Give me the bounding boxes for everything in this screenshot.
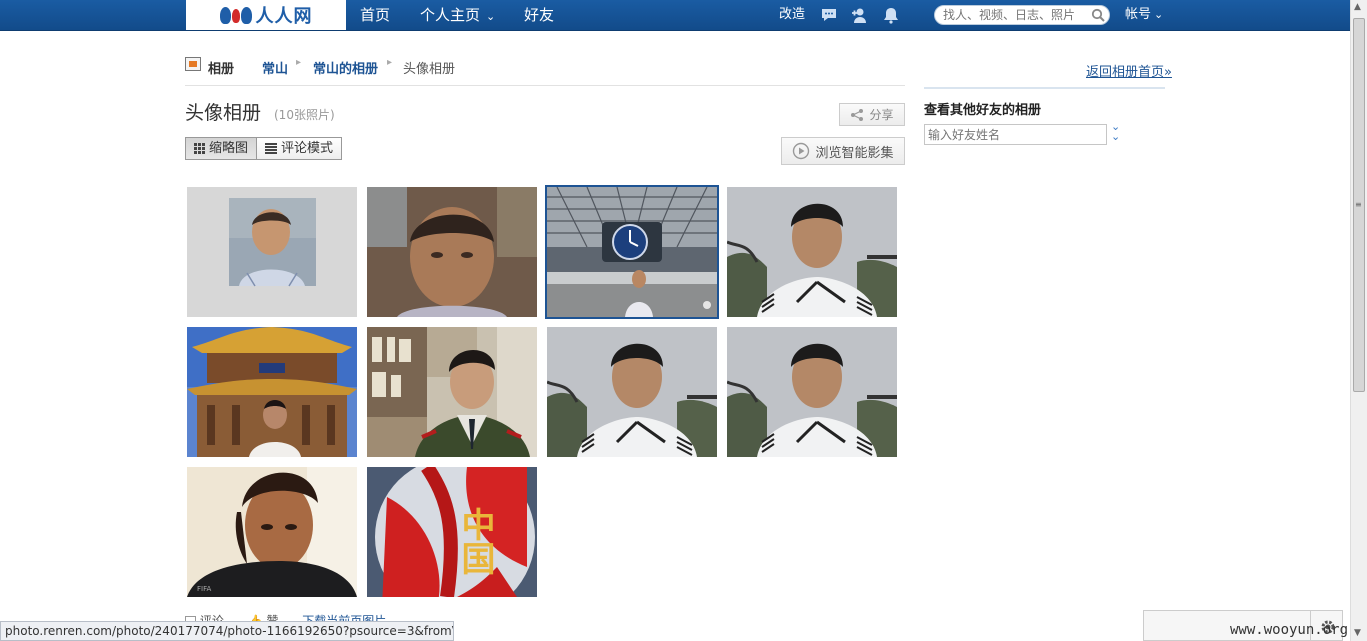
breadcrumb-root: 相册 bbox=[208, 62, 235, 77]
breadcrumb-albums-link[interactable]: 常山的相册 bbox=[313, 58, 378, 77]
breadcrumb-arrow-icon: ▸ bbox=[387, 57, 393, 68]
sidebar-divider bbox=[924, 87, 1165, 89]
message-icon[interactable] bbox=[820, 6, 838, 24]
top-navigation-bar: 人人网 首页 个人主页⌄ 好友 改造 帐号⌄ bbox=[0, 0, 1350, 31]
photo-thumb-5[interactable] bbox=[187, 327, 357, 457]
photo-thumb-6[interactable] bbox=[367, 327, 537, 457]
photo-7-image bbox=[547, 327, 717, 457]
nav-upgrade-link[interactable]: 改造 bbox=[779, 0, 805, 30]
global-search-input[interactable] bbox=[943, 6, 1091, 24]
breadcrumb-owner-link[interactable]: 常山 bbox=[262, 58, 288, 77]
svg-text:FIFA: FIFA bbox=[197, 585, 211, 593]
nav-profile[interactable]: 个人主页 ⌄ bbox=[420, 0, 495, 30]
notification-bell-icon[interactable] bbox=[882, 6, 900, 24]
scroll-down-icon[interactable]: ▼ bbox=[1354, 628, 1361, 638]
play-circle-icon bbox=[793, 142, 810, 160]
view-comments-label: 评论模式 bbox=[281, 141, 334, 156]
scroll-grip-icon: ≡ bbox=[1355, 200, 1362, 209]
photo-thumb-1[interactable] bbox=[187, 187, 357, 317]
photo-thumb-7[interactable] bbox=[547, 327, 717, 457]
share-icon bbox=[851, 108, 864, 121]
scroll-up-icon[interactable]: ▲ bbox=[1354, 2, 1361, 12]
breadcrumb: 相册 常山 ▸ 常山的相册 ▸ 头像相册 bbox=[185, 56, 905, 86]
watermark-text: www.wooyun.org bbox=[1230, 622, 1349, 638]
photo-thumb-4[interactable] bbox=[727, 187, 897, 317]
view-mode-toggle: 缩略图 评论模式 bbox=[185, 137, 343, 160]
photo-9-image: FIFA bbox=[187, 467, 357, 597]
slideshow-button[interactable]: 浏览智能影集 bbox=[781, 137, 905, 165]
album-icon bbox=[185, 57, 201, 71]
photo-2-image bbox=[367, 187, 537, 317]
breadcrumb-current: 头像相册 bbox=[403, 62, 456, 77]
chevron-down-icon: ⌄ bbox=[1154, 8, 1164, 21]
photo-thumb-9[interactable]: FIFA bbox=[187, 467, 357, 597]
sidebar-title: 查看其他好友的相册 bbox=[924, 103, 1042, 118]
ball-text: 中国 bbox=[455, 507, 495, 575]
chevron-down-icon: ⌄ bbox=[486, 10, 496, 23]
account-menu[interactable]: 帐号 ⌄ bbox=[1125, 0, 1163, 30]
photo-3-image bbox=[547, 187, 717, 317]
photo-thumb-10[interactable]: 中国 bbox=[367, 467, 537, 597]
nav-friends[interactable]: 好友 bbox=[524, 0, 554, 30]
view-thumbnails-button[interactable]: 缩略图 bbox=[186, 138, 257, 159]
logo-text: 人人网 bbox=[255, 6, 313, 27]
photo-4-image bbox=[727, 187, 897, 317]
breadcrumb-arrow-icon: ▸ bbox=[296, 57, 302, 68]
double-chevron-down-icon[interactable]: ⌄ ⌄ bbox=[1111, 121, 1120, 142]
logo-mark-icon bbox=[219, 6, 252, 24]
share-label: 分享 bbox=[869, 108, 894, 122]
photo-thumb-3[interactable] bbox=[545, 185, 719, 319]
back-to-albums-link[interactable]: 返回相册首页» bbox=[1086, 61, 1172, 80]
photo-1-image bbox=[187, 187, 357, 317]
photo-8-image bbox=[727, 327, 897, 457]
photo-5-image bbox=[187, 327, 357, 457]
photo-thumb-8[interactable] bbox=[727, 327, 897, 457]
nav-profile-label: 个人主页 bbox=[420, 6, 481, 24]
search-icon[interactable] bbox=[1091, 8, 1105, 22]
vertical-scrollbar[interactable]: ▲ ≡ ▼ bbox=[1350, 0, 1367, 641]
view-comments-button[interactable]: 评论模式 bbox=[256, 138, 342, 159]
page: 人人网 首页 个人主页⌄ 好友 改造 帐号⌄ 相册 bbox=[0, 0, 1367, 641]
photo-10-image: 中国 bbox=[367, 467, 537, 597]
account-label: 帐号 bbox=[1125, 7, 1152, 22]
list-icon bbox=[265, 143, 278, 154]
photo-6-image bbox=[367, 327, 537, 457]
global-search-box bbox=[934, 5, 1110, 25]
grid-icon bbox=[194, 143, 205, 154]
album-photo-count: (10张照片) bbox=[274, 108, 335, 122]
album-title: 头像相册 bbox=[185, 102, 262, 124]
nav-home[interactable]: 首页 bbox=[360, 0, 390, 30]
renren-logo[interactable]: 人人网 bbox=[186, 0, 346, 30]
share-button[interactable]: 分享 bbox=[839, 103, 905, 126]
browser-status-bar: photo.renren.com/photo/240177074/photo-1… bbox=[0, 621, 454, 641]
photo-thumb-2[interactable] bbox=[367, 187, 537, 317]
friend-name-input[interactable] bbox=[924, 124, 1107, 145]
view-thumbnails-label: 缩略图 bbox=[209, 141, 249, 156]
slideshow-label: 浏览智能影集 bbox=[815, 145, 894, 161]
add-friend-icon[interactable] bbox=[850, 6, 868, 24]
